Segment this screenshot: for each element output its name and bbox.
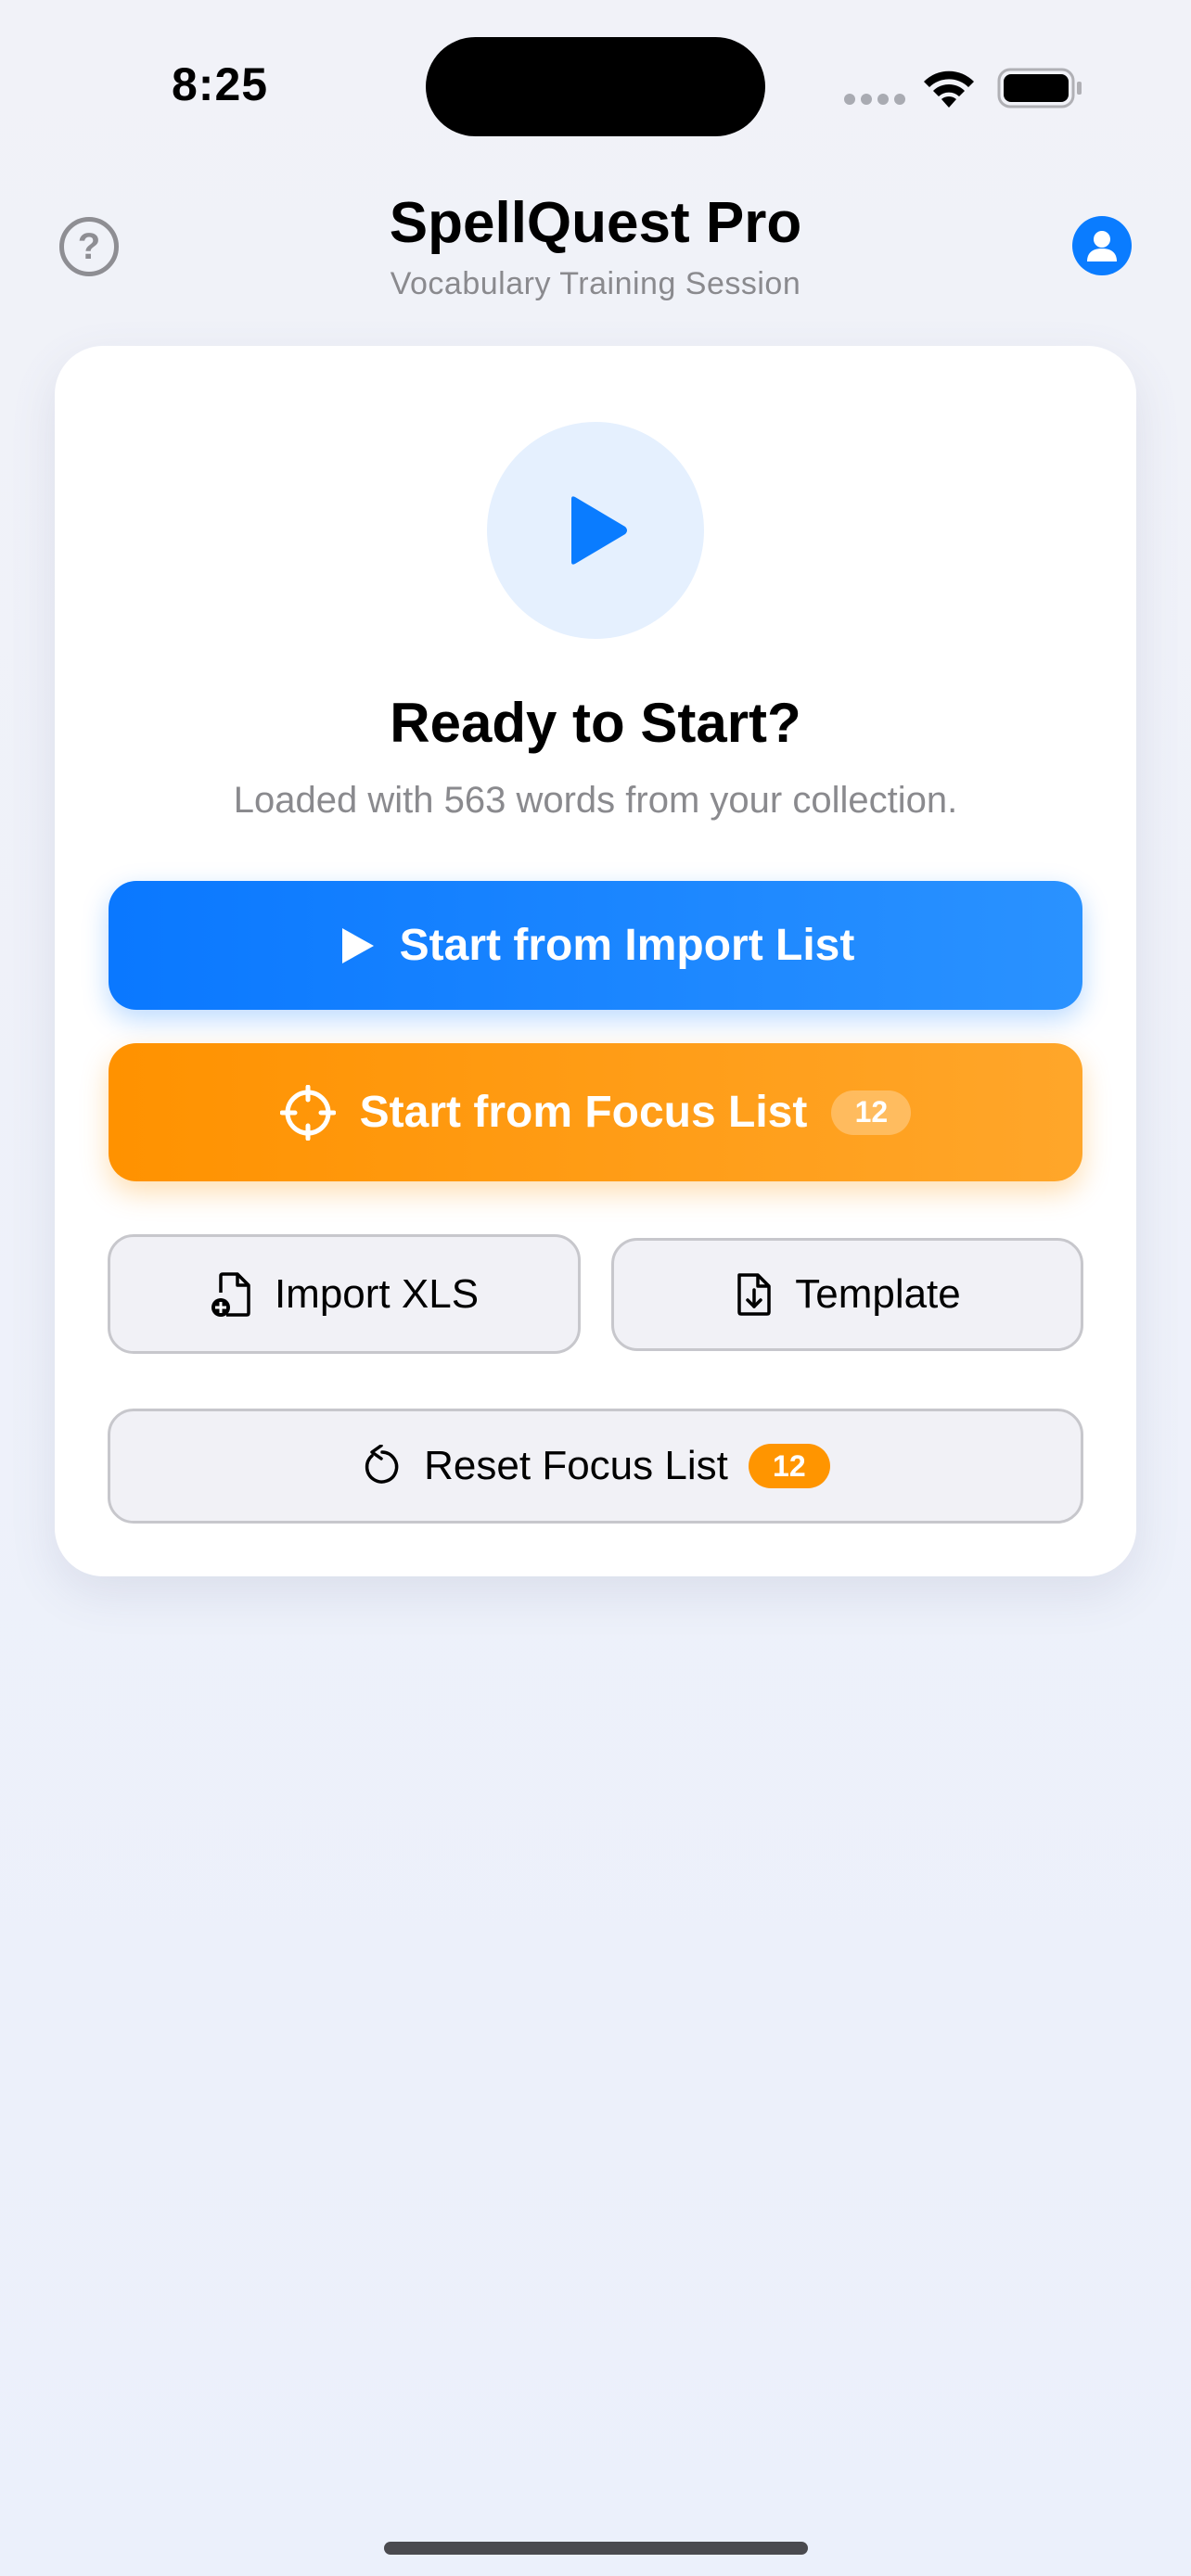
home-indicator[interactable] — [384, 2542, 808, 2555]
cellular-signal-icon — [844, 94, 905, 105]
play-icon — [341, 927, 374, 963]
start-focus-list-label: Start from Focus List — [359, 1088, 808, 1137]
battery-icon — [997, 68, 1082, 108]
wifi-icon — [924, 70, 974, 108]
start-focus-list-button[interactable]: Start from Focus List 12 — [109, 1043, 1082, 1181]
person-icon — [1087, 231, 1117, 261]
start-import-list-label: Start from Import List — [399, 921, 855, 970]
play-hero-button[interactable] — [487, 422, 704, 639]
screen: 8:25 ? SpellQuest Pro Vocabulary Trainin… — [0, 0, 1191, 2576]
app-subtitle: Vocabulary Training Session — [390, 266, 801, 301]
reset-count-badge: 12 — [748, 1444, 830, 1488]
document-add-icon — [211, 1271, 250, 1317]
focus-count-badge: 12 — [831, 1090, 912, 1135]
play-icon — [571, 496, 627, 565]
words-loaded-text: Loaded with 563 words from your collecti… — [233, 780, 958, 821]
app-title: SpellQuest Pro — [389, 191, 802, 255]
dynamic-island — [426, 37, 765, 136]
crosshair-icon — [279, 1084, 336, 1141]
ready-title: Ready to Start? — [390, 692, 801, 754]
reset-arrow-icon — [365, 1445, 399, 1484]
document-download-icon — [737, 1273, 771, 1316]
reset-focus-list-label: Reset Focus List — [424, 1443, 728, 1488]
import-xls-button[interactable]: Import XLS — [108, 1234, 581, 1354]
status-time: 8:25 — [172, 58, 269, 110]
start-import-list-button[interactable]: Start from Import List — [109, 881, 1082, 1010]
reset-focus-list-button[interactable]: Reset Focus List 12 — [108, 1409, 1083, 1524]
template-button[interactable]: Template — [611, 1238, 1083, 1351]
template-label: Template — [795, 1271, 961, 1317]
start-session-card: Ready to Start? Loaded with 563 words fr… — [55, 346, 1136, 1576]
profile-button[interactable] — [1072, 216, 1132, 275]
import-xls-label: Import XLS — [274, 1270, 480, 1317]
